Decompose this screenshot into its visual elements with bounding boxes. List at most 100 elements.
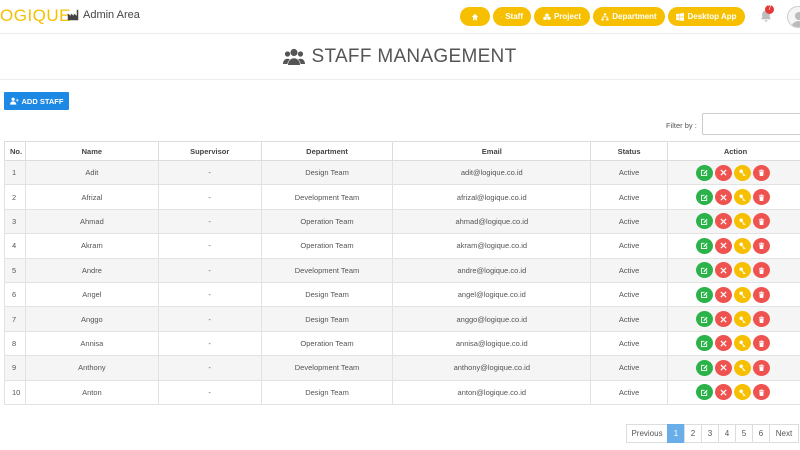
deactivate-button[interactable] [715, 237, 733, 254]
trash-icon [758, 194, 765, 201]
cell-actions [667, 257, 800, 283]
trash-icon [758, 242, 765, 250]
admin-area-text: Admin Area [83, 9, 140, 21]
edit-button[interactable] [696, 311, 714, 328]
deactivate-button[interactable] [715, 286, 733, 303]
trash-icon [758, 267, 765, 274]
column-header-supervisor[interactable]: Supervisor [157, 141, 262, 161]
cell-status: Active [590, 306, 669, 332]
trash-icon [758, 389, 765, 396]
table-row: 5 Andre - Development Team andre@logique.co.… [4, 257, 800, 283]
edit-button[interactable] [696, 359, 714, 376]
next-page-button[interactable]: Next [769, 424, 799, 443]
deactivate-button[interactable] [715, 164, 733, 181]
deactivate-button[interactable] [715, 384, 733, 401]
column-header-no[interactable]: No. [4, 141, 26, 161]
edit-button[interactable] [696, 213, 714, 230]
column-header-name[interactable]: Name [24, 141, 159, 161]
deactivate-button[interactable] [715, 262, 733, 279]
users-icon [501, 16, 503, 17]
deactivate-button[interactable] [715, 335, 733, 352]
table-row: 2 Afrizal - Development Team afrizal@logique… [4, 184, 800, 210]
previous-page-button[interactable]: Previous [626, 424, 668, 443]
edit-button[interactable] [696, 189, 714, 206]
key-icon [739, 291, 746, 299]
delete-button[interactable] [753, 359, 771, 376]
reset-password-button[interactable] [734, 262, 752, 279]
page-button-1[interactable]: 1 [667, 424, 685, 443]
reset-password-button[interactable] [734, 359, 752, 376]
cell-supervisor: - [157, 281, 262, 308]
edit-button[interactable] [696, 164, 714, 181]
deactivate-button[interactable] [715, 213, 733, 230]
users-icon [283, 48, 306, 65]
delete-button[interactable] [753, 213, 771, 230]
reset-password-button[interactable] [734, 213, 752, 230]
page-button-3[interactable]: 3 [701, 424, 719, 443]
cell-name: Afrizal [24, 184, 159, 210]
cell-supervisor: - [157, 330, 262, 357]
cell-name: Adit [24, 159, 159, 186]
cell-no: 5 [4, 257, 26, 283]
add-staff-button[interactable]: ADD STAFF [4, 92, 69, 110]
nav-home-button[interactable] [460, 7, 490, 26]
cell-status: Active [590, 330, 669, 357]
cell-supervisor: - [157, 379, 262, 405]
edit-button[interactable] [696, 335, 714, 352]
column-header-status[interactable]: Status [590, 141, 669, 161]
row-actions [668, 335, 800, 352]
cell-name: Anthony [24, 355, 159, 381]
filter-input[interactable] [702, 113, 800, 135]
nav-desktop-app-button[interactable]: Desktop App [668, 7, 745, 26]
edit-button[interactable] [696, 286, 714, 303]
reset-password-button[interactable] [734, 189, 752, 206]
page-button-5[interactable]: 5 [735, 424, 753, 443]
cell-actions [667, 184, 800, 210]
page-button-2[interactable]: 2 [684, 424, 702, 443]
cell-name: Akram [24, 233, 159, 259]
reset-password-button[interactable] [734, 384, 752, 401]
column-header-department[interactable]: Department [260, 141, 394, 161]
trash-icon [758, 218, 765, 225]
nav-staff-button[interactable]: Staff [493, 7, 531, 26]
reset-password-button[interactable] [734, 311, 752, 328]
cell-email: angel@logique.co.id [392, 281, 592, 308]
deactivate-button[interactable] [715, 359, 733, 376]
reset-password-button[interactable] [734, 237, 752, 254]
cell-name: Angel [24, 281, 159, 308]
delete-button[interactable] [753, 262, 771, 279]
page-button-6[interactable]: 6 [752, 424, 770, 443]
logo[interactable]: OGIQUE [0, 6, 71, 26]
close-icon [720, 242, 727, 249]
avatar[interactable] [787, 6, 800, 28]
delete-button[interactable] [753, 164, 771, 181]
reset-password-button[interactable] [734, 164, 752, 181]
delete-button[interactable] [753, 384, 771, 401]
nav-department-button[interactable]: Department [593, 7, 665, 26]
trash-icon [758, 315, 765, 323]
edit-button[interactable] [696, 237, 714, 254]
cell-no: 6 [4, 281, 26, 308]
table-row: 1 Adit - Design Team adit@logique.co.id Activ… [4, 159, 800, 186]
table-body: 1 Adit - Design Team adit@logique.co.id Activ… [4, 159, 800, 405]
reset-password-button[interactable] [734, 286, 752, 303]
row-actions [668, 213, 800, 230]
cell-supervisor: - [157, 257, 262, 283]
edit-button[interactable] [696, 384, 714, 401]
delete-button[interactable] [753, 237, 771, 254]
column-header-email[interactable]: Email [392, 141, 592, 161]
delete-button[interactable] [753, 335, 771, 352]
top-bar: OGIQUE Admin Area Staff Project Departme… [0, 0, 800, 34]
nav-project-button[interactable]: Project [534, 7, 590, 26]
reset-password-button[interactable] [734, 335, 752, 352]
delete-button[interactable] [753, 311, 771, 328]
edit-icon [701, 340, 708, 347]
staff-table: No. Name Supervisor Department Email Sta… [4, 141, 800, 405]
delete-button[interactable] [753, 189, 771, 206]
edit-button[interactable] [696, 262, 714, 279]
deactivate-button[interactable] [715, 311, 733, 328]
page-button-4[interactable]: 4 [718, 424, 736, 443]
delete-button[interactable] [753, 286, 771, 303]
deactivate-button[interactable] [715, 189, 733, 206]
edit-icon [701, 292, 708, 299]
